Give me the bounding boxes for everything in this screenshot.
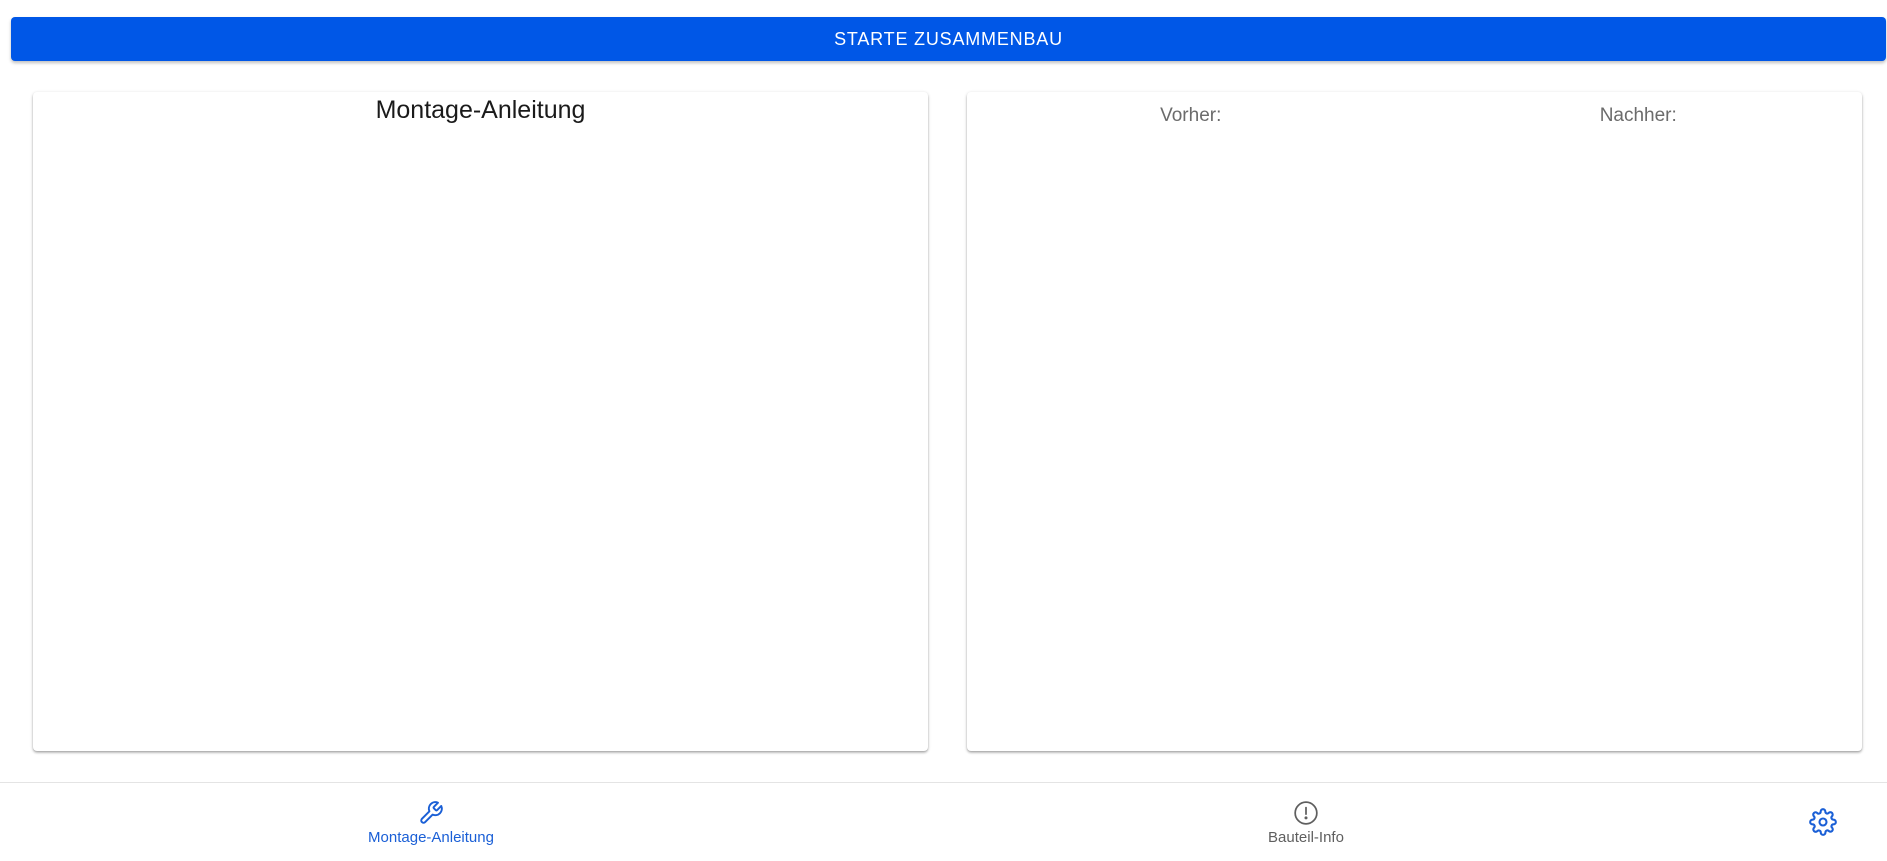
start-assembly-button[interactable]: STARTE ZUSAMMENBAU <box>11 17 1886 61</box>
settings-button[interactable] <box>1808 807 1838 837</box>
comparison-card: Vorher: Nachher: <box>967 92 1862 751</box>
nav-label-montage-anleitung: Montage-Anleitung <box>368 828 494 846</box>
bottom-navigation: Montage-Anleitung Bauteil-Info <box>0 782 1887 861</box>
nav-item-bauteil-info[interactable]: Bauteil-Info <box>1206 783 1406 861</box>
nav-item-montage-anleitung[interactable]: Montage-Anleitung <box>331 783 531 861</box>
instructions-card: Montage-Anleitung <box>33 92 928 751</box>
comparison-header: Vorher: Nachher: <box>967 105 1862 127</box>
instructions-title: Montage-Anleitung <box>375 96 586 124</box>
nav-label-bauteil-info: Bauteil-Info <box>1268 828 1344 846</box>
before-label: Vorher: <box>1160 105 1222 126</box>
gear-icon <box>1809 808 1837 836</box>
alert-circle-icon <box>1292 799 1320 827</box>
start-assembly-label: STARTE ZUSAMMENBAU <box>834 28 1063 49</box>
after-label: Nachher: <box>1599 105 1677 126</box>
wrench-icon <box>417 799 445 827</box>
